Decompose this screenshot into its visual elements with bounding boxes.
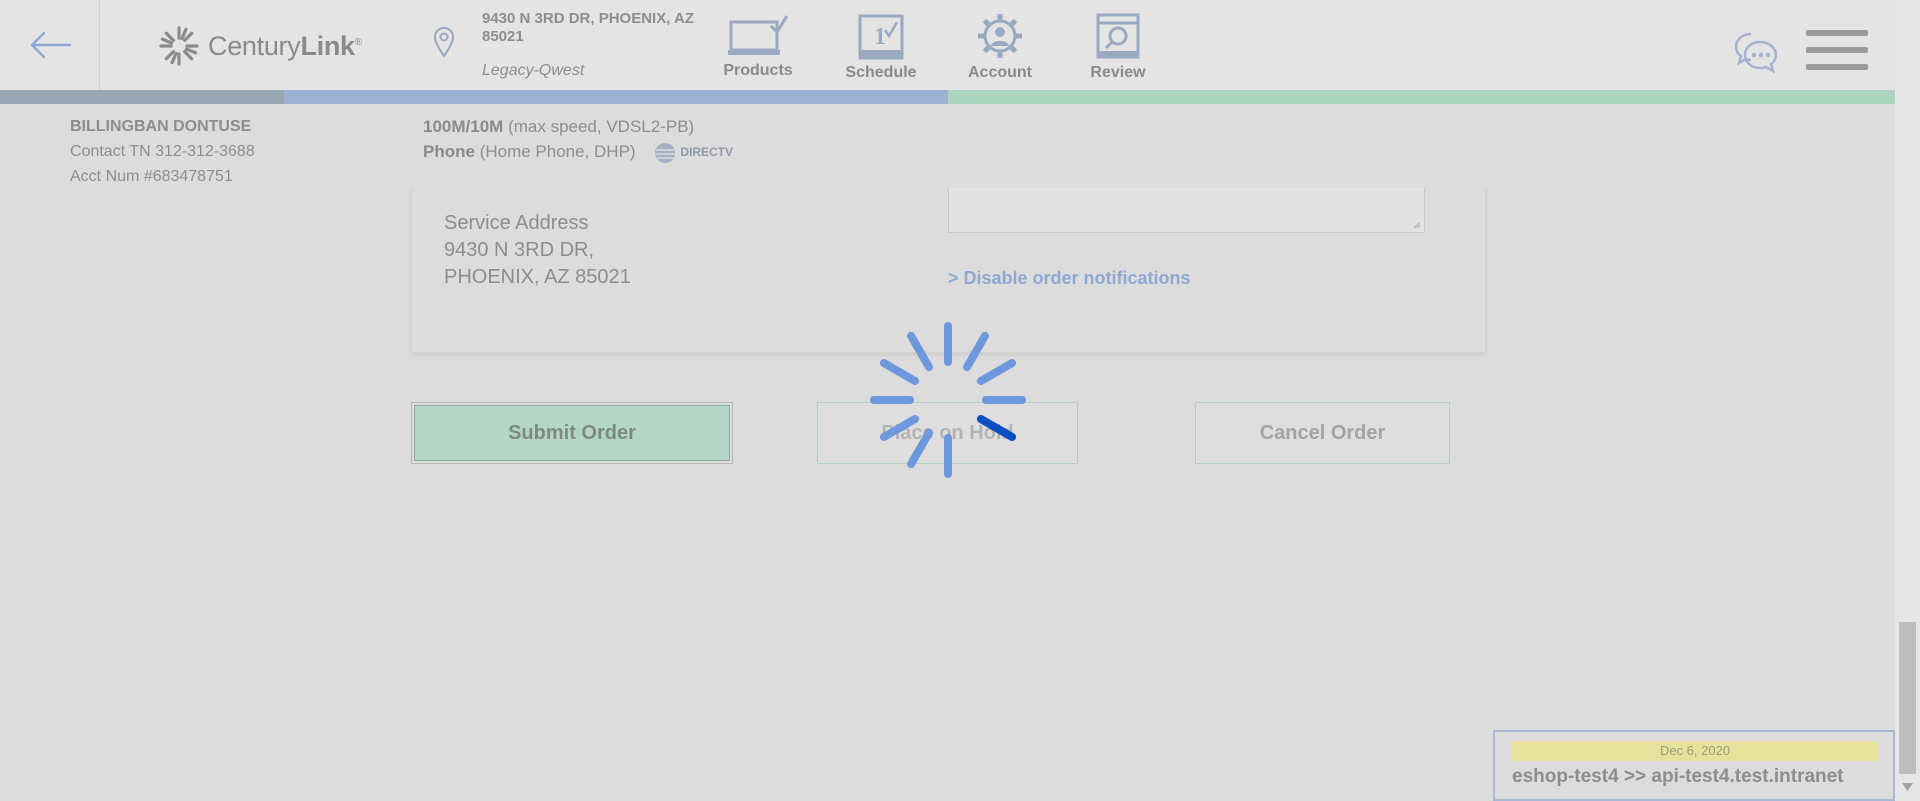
customer-info: BILLINGBAN DONTUSE Contact TN 312-312-36… — [70, 114, 255, 189]
header-address-sub: Legacy-Qwest — [482, 62, 585, 79]
spinner-tick — [907, 428, 933, 469]
att-globe-icon — [655, 142, 676, 163]
nav-review-label: Review — [1090, 64, 1146, 81]
progress-segment-1 — [0, 90, 284, 104]
arrow-left-icon — [30, 31, 71, 59]
header-address: 9430 N 3RD DR, PHOENIX, AZ 85021 — [482, 10, 694, 45]
svg-text:1: 1 — [874, 24, 886, 50]
service-address-label: Service Address — [444, 212, 589, 234]
hamburger-menu-icon[interactable] — [1806, 30, 1868, 70]
spinner-tick — [879, 359, 920, 385]
service-address: Service Address 9430 N 3RD DR, PHOENIX, … — [444, 210, 631, 291]
nav-products[interactable]: Products — [703, 12, 813, 82]
loading-spinner-icon — [870, 322, 1026, 478]
environment-badge: Dec 6, 2020 eshop-test4 >> api-test4.tes… — [1493, 730, 1895, 801]
cancel-order-button[interactable]: Cancel Order — [1195, 402, 1450, 464]
plan-phone-detail: (Home Phone, DHP) — [479, 142, 636, 161]
nav-schedule-label: Schedule — [845, 64, 917, 81]
spinner-tick — [963, 331, 989, 372]
plan-speed: 100M/10M — [423, 117, 504, 136]
centurylink-burst-icon — [159, 26, 199, 66]
monitor-check-icon — [728, 15, 789, 55]
scrollbar-thumb[interactable] — [1899, 622, 1916, 774]
order-progress-bar — [0, 90, 1895, 104]
plan-info: 100M/10M (max speed, VDSL2-PB) Phone (Ho… — [423, 114, 733, 165]
nav-account-label: Account — [968, 64, 1032, 81]
spinner-tick — [976, 415, 1017, 441]
directv-label: DIRECTV — [680, 145, 733, 160]
plan-phone-row: Phone (Home Phone, DHP) DIRECTV — [423, 139, 733, 165]
nav-review[interactable]: Review — [1063, 12, 1173, 82]
disable-notifications-link[interactable]: > Disable order notifications — [948, 268, 1191, 289]
env-host: eshop-test4 >> api-test4.test.intranet — [1512, 766, 1844, 787]
progress-segment-3 — [948, 90, 1895, 104]
env-date: Dec 6, 2020 — [1512, 741, 1878, 761]
customer-name: BILLINGBAN DONTUSE — [70, 118, 252, 135]
service-address-line2: PHOENIX, AZ 85021 — [444, 266, 631, 288]
gear-user-icon — [978, 14, 1022, 58]
nav-schedule[interactable]: 1 Schedule — [826, 12, 936, 82]
service-address-line1: 9430 N 3RD DR, — [444, 239, 595, 261]
spinner-tick — [879, 415, 920, 441]
brand-logo[interactable]: CenturyLink® — [158, 24, 362, 68]
chat-icon[interactable] — [1733, 28, 1779, 74]
plan-speed-detail: (max speed, VDSL2-PB) — [508, 117, 695, 136]
notes-textarea[interactable] — [948, 188, 1425, 233]
document-search-icon — [1096, 13, 1140, 59]
resize-grip-icon[interactable] — [1411, 219, 1421, 229]
spinner-tick — [907, 331, 933, 372]
back-button[interactable] — [0, 0, 100, 90]
app-header: CenturyLink® 9430 N 3RD DR, PHOENIX, AZ … — [0, 0, 1895, 90]
nav-products-label: Products — [723, 62, 793, 79]
customer-account: Acct Num #683478751 — [70, 168, 233, 185]
plan-speed-row: 100M/10M (max speed, VDSL2-PB) — [423, 114, 733, 139]
customer-contact: Contact TN 312-312-3688 — [70, 143, 255, 160]
calendar-check-icon: 1 — [858, 14, 904, 60]
spinner-tick — [976, 359, 1017, 385]
submit-order-label: Submit Order — [414, 405, 730, 461]
vertical-scrollbar[interactable] — [1895, 0, 1920, 801]
plan-phone: Phone — [423, 142, 475, 161]
submit-order-button[interactable]: Submit Order — [411, 402, 733, 464]
nav-account[interactable]: Account — [945, 12, 1055, 82]
brand-name: CenturyLink® — [208, 30, 362, 61]
progress-segment-2 — [284, 90, 948, 104]
location-pin-icon — [433, 26, 455, 58]
scroll-down-arrow-icon[interactable] — [1902, 783, 1913, 791]
directv-logo: DIRECTV — [654, 140, 733, 165]
